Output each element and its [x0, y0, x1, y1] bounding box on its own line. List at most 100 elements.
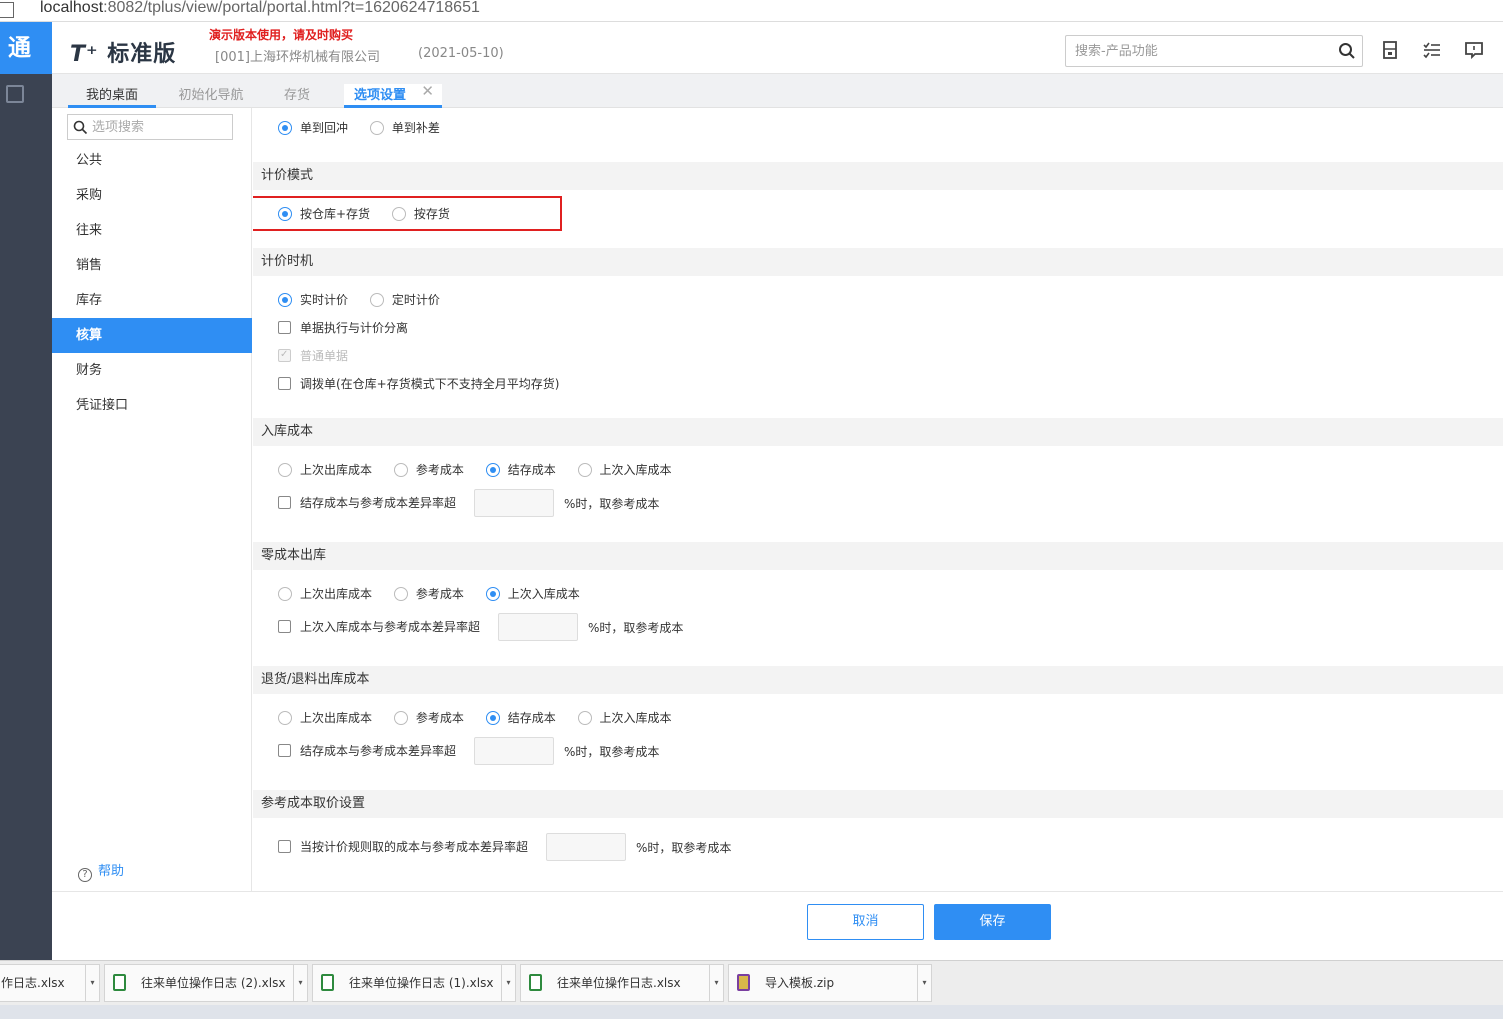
radio-realtime[interactable]: 实时计价 [278, 292, 348, 308]
radio-balance-cost[interactable]: 结存成本 [485, 710, 556, 726]
address-bar[interactable]: localhost:8082/tplus/view/portal/portal.… [0, 0, 1503, 22]
radio-dot [278, 207, 292, 221]
radio-last-inbound-cost[interactable]: 上次入库成本 [485, 586, 580, 602]
checkbox-transfer-docs[interactable]: 调拨单(在仓库+存货模式下不支持全月平均存货) [278, 376, 577, 392]
download-item[interactable]: 往来单位操作日志.xlsx ▾ [520, 964, 724, 1002]
radio-label: 实时计价 [300, 293, 349, 307]
radio-label: 上次入库成本 [599, 463, 672, 477]
checkbox-item[interactable]: 调拨单(在仓库+存货模式下不支持全月平均存货) [278, 376, 559, 392]
checkbox-label: 调拨单(在仓库+存货模式下不支持全月平均存货) [300, 377, 560, 391]
radio-label: 参考成本 [415, 711, 464, 725]
pricing-mode-options: 按仓库+存货 按存货 [278, 206, 468, 222]
chevron-down-icon[interactable]: ▾ [917, 965, 931, 1001]
chevron-down-icon[interactable]: ▾ [709, 965, 723, 1001]
download-item[interactable]: 往来单位操作日志 (2).xlsx ▾ [104, 964, 308, 1002]
search-icon[interactable] [1338, 42, 1356, 60]
download-item[interactable]: 作日志.xlsx ▾ [0, 964, 100, 1002]
product-search-input[interactable] [1066, 36, 1316, 66]
radio-reference-cost[interactable]: 参考成本 [393, 462, 464, 478]
radio-scheduled[interactable]: 定时计价 [369, 292, 440, 308]
radio-label: 上次入库成本 [507, 587, 580, 601]
radio-last-outbound-cost[interactable]: 上次出库成本 [278, 462, 372, 478]
cancel-button[interactable]: 取消 [807, 904, 924, 940]
checkbox-item[interactable]: 上次入库成本与参考成本差异率超 [278, 619, 480, 635]
radio-label: 结存成本 [507, 463, 556, 477]
chevron-down-icon[interactable]: ▾ [501, 965, 515, 1001]
tab-inventory[interactable]: 存货 [270, 84, 324, 108]
close-tab-icon[interactable]: ✕ [421, 82, 434, 100]
sidebar-item-public[interactable]: 公共 [52, 143, 252, 178]
return-cost-options: 上次出库成本 参考成本 结存成本 上次入库成本 [278, 710, 690, 726]
help-icon: ? [78, 868, 92, 882]
radio-reference-cost[interactable]: 参考成本 [393, 586, 464, 602]
tab-init-nav[interactable]: 初始化导航 [159, 84, 263, 108]
inbound-variance-check[interactable]: 结存成本与参考成本差异率超 [278, 495, 474, 511]
help-link[interactable]: ? 帮助 [78, 860, 124, 882]
sidebar-item-accounts[interactable]: 往来 [52, 213, 252, 248]
zero-variance-suffix: %时，取参考成本 [588, 621, 684, 635]
section-title-inbound-cost: 入库成本 [253, 418, 1503, 446]
ref-variance-suffix: %时，取参考成本 [636, 841, 732, 855]
inbound-variance-suffix: %时，取参考成本 [564, 497, 660, 511]
calculator-icon[interactable] [1379, 39, 1401, 61]
sidebar-item-sales[interactable]: 销售 [52, 248, 252, 283]
checkbox-item[interactable]: 结存成本与参考成本差异率超 [278, 743, 456, 759]
recoil-options: 单到回冲 单到补差 [278, 120, 458, 136]
chevron-down-icon[interactable]: ▾ [293, 965, 307, 1001]
radio-balance-cost[interactable]: 结存成本 [485, 462, 556, 478]
radio-last-outbound-cost[interactable]: 上次出库成本 [278, 710, 372, 726]
sidebar-item-costing[interactable]: 核算 [52, 318, 252, 353]
checkbox-item[interactable]: 单据执行与计价分离 [278, 320, 408, 336]
tab-strip: 我的桌面 初始化导航 存货 选项设置 ✕ [52, 74, 1503, 108]
radio-by-stock[interactable]: 按存货 [391, 206, 450, 222]
checkbox-item[interactable]: 当按计价规则取的成本与参考成本差异率超 [278, 839, 528, 855]
return-variance-check[interactable]: 结存成本与参考成本差异率超 [278, 743, 474, 759]
search-icon [73, 120, 88, 135]
excel-file-icon [113, 974, 126, 991]
option-search-input[interactable] [68, 115, 208, 139]
sidebar-item-voucher-interface[interactable]: 凭证接口 [52, 388, 252, 423]
ref-variance-check[interactable]: 当按计价规则取的成本与参考成本差异率超 [278, 839, 546, 855]
radio-single-recoil[interactable]: 单到回冲 [278, 120, 348, 136]
settings-content: 单到回冲 单到补差 计价模式 按仓库+存货 按存货 计价时机 实时计价 定时计价… [253, 108, 1503, 891]
url-text[interactable]: localhost:8082/tplus/view/portal/portal.… [40, 0, 480, 17]
chevron-down-icon[interactable]: ▾ [85, 965, 99, 1001]
zero-variance-check[interactable]: 上次入库成本与参考成本差异率超 [278, 619, 498, 635]
radio-dot [393, 587, 408, 601]
checkbox-separate-execution[interactable]: 单据执行与计价分离 [278, 320, 426, 336]
checkbox-box [278, 496, 291, 509]
radio-last-outbound-cost[interactable]: 上次出库成本 [278, 586, 372, 602]
download-item[interactable]: 往来单位操作日志 (1).xlsx ▾ [312, 964, 516, 1002]
save-button[interactable]: 保存 [934, 904, 1051, 940]
radio-dot [393, 463, 408, 477]
inbound-variance-input[interactable] [474, 489, 554, 517]
radio-reference-cost[interactable]: 参考成本 [393, 710, 464, 726]
radio-last-inbound-cost[interactable]: 上次入库成本 [577, 710, 672, 726]
product-search [1065, 35, 1363, 67]
checkbox-label: 普通单据 [300, 349, 349, 363]
sidebar-item-finance[interactable]: 财务 [52, 353, 252, 388]
radio-last-inbound-cost[interactable]: 上次入库成本 [577, 462, 672, 478]
radio-dot [577, 463, 592, 477]
radio-by-warehouse-stock[interactable]: 按仓库+存货 [278, 206, 370, 222]
radio-dot [278, 121, 292, 135]
return-variance-input[interactable] [474, 737, 554, 765]
checkbox-box [278, 744, 291, 757]
radio-label: 定时计价 [391, 293, 440, 307]
tab-desktop[interactable]: 我的桌面 [68, 84, 156, 108]
rail-menu-icon[interactable] [6, 85, 24, 103]
download-name: 往来单位操作日志 (2).xlsx [141, 976, 286, 990]
brand-tile[interactable]: 通 [0, 22, 52, 74]
tab-option-settings[interactable]: 选项设置 ✕ [344, 82, 442, 108]
message-icon[interactable] [1463, 39, 1485, 61]
ref-variance-input[interactable] [546, 833, 626, 861]
radio-single-adjust[interactable]: 单到补差 [369, 120, 440, 136]
sidebar-item-stock[interactable]: 库存 [52, 283, 252, 318]
zero-variance-input[interactable] [498, 613, 578, 641]
task-list-icon[interactable] [1421, 39, 1443, 61]
sidebar-item-purchase[interactable]: 采购 [52, 178, 252, 213]
checkbox-box [278, 321, 291, 334]
checkbox-item[interactable]: 结存成本与参考成本差异率超 [278, 495, 456, 511]
radio-label: 按存货 [413, 207, 450, 221]
download-item[interactable]: 导入模板.zip ▾ [728, 964, 932, 1002]
